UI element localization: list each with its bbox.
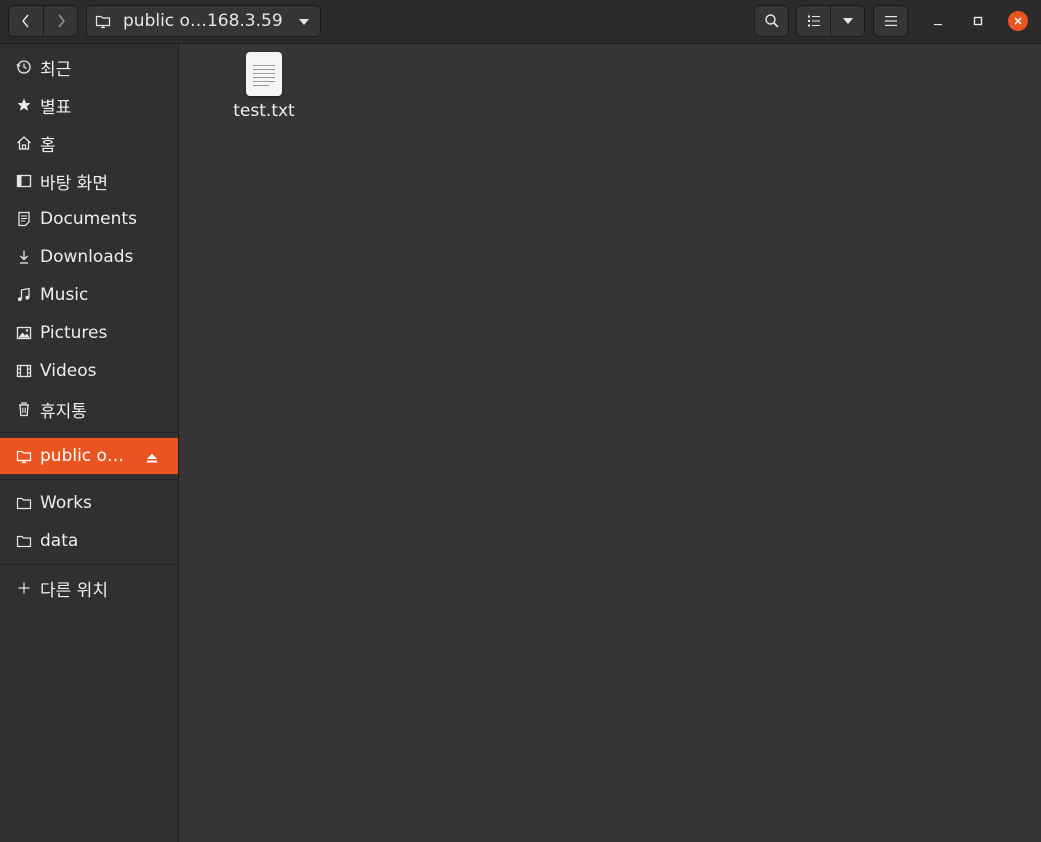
sidebar-item-documents[interactable]: Documents — [0, 201, 178, 237]
sidebar-separator — [0, 564, 178, 565]
location-path-button[interactable]: public o…168.3.59 — [86, 5, 321, 37]
file-manager-window: public o…168.3.59 최근 별표 홈 바탕 화면 Document… — [0, 0, 1041, 842]
star-icon — [16, 97, 32, 113]
document-icon — [16, 211, 32, 227]
sidebar-separator — [0, 432, 178, 433]
sidebar-item-label: Pictures — [40, 323, 108, 343]
sidebar-item-home[interactable]: 홈 — [0, 125, 178, 161]
trash-icon — [16, 401, 32, 417]
close-circle — [1008, 11, 1028, 31]
sidebar-item-starred[interactable]: 별표 — [0, 87, 178, 123]
sidebar-item-works[interactable]: Works — [0, 485, 178, 521]
sidebar-item-data[interactable]: data — [0, 523, 178, 559]
sidebar-item-network-share[interactable]: public o… — [0, 438, 178, 474]
close-icon — [1014, 17, 1022, 25]
desktop-icon — [16, 173, 32, 189]
sidebar-item-label: 휴지통 — [40, 401, 87, 422]
search-button[interactable] — [754, 5, 789, 37]
maximize-icon — [973, 16, 983, 26]
picture-icon — [16, 325, 32, 341]
sidebar-item-recent[interactable]: 최근 — [0, 49, 178, 85]
clock-icon — [16, 59, 32, 75]
forward-button[interactable] — [43, 5, 78, 37]
chevron-left-icon — [22, 14, 29, 28]
search-icon — [764, 14, 779, 28]
sidebar-item-label: public o… — [40, 446, 124, 466]
sidebar-item-label: Documents — [40, 209, 137, 229]
sidebar-item-label: Music — [40, 285, 89, 305]
file-item[interactable]: test.txt — [219, 52, 309, 121]
chevron-right-icon — [57, 14, 65, 28]
sidebar-item-videos[interactable]: Videos — [0, 353, 178, 389]
folder-icon — [16, 495, 32, 511]
sidebar-item-desktop[interactable]: 바탕 화면 — [0, 163, 178, 199]
minimize-button[interactable] — [925, 8, 951, 34]
sidebar-separator — [0, 479, 178, 480]
sidebar-item-trash[interactable]: 휴지통 — [0, 391, 178, 427]
sidebar-item-label: 홈 — [40, 135, 56, 156]
folder-icon — [16, 533, 32, 549]
caret-down-icon — [299, 19, 309, 25]
maximize-button[interactable] — [965, 8, 991, 34]
minimize-icon — [934, 24, 942, 26]
header-bar: public o…168.3.59 — [0, 0, 1041, 44]
sidebar-item-downloads[interactable]: Downloads — [0, 239, 178, 275]
list-view-button[interactable] — [796, 5, 830, 37]
network-folder-icon — [16, 448, 32, 464]
location-path-label: public o…168.3.59 — [123, 11, 283, 31]
video-icon — [16, 363, 32, 379]
close-button[interactable] — [1005, 8, 1031, 34]
view-options-button[interactable] — [830, 5, 865, 37]
sidebar-item-label: 바탕 화면 — [40, 173, 108, 194]
music-icon — [16, 287, 32, 303]
file-name: test.txt — [233, 101, 295, 121]
home-icon — [16, 135, 32, 151]
hamburger-menu-icon — [884, 16, 897, 26]
sidebar-item-label: 별표 — [40, 97, 72, 118]
main-menu-button[interactable] — [873, 5, 908, 37]
sidebar-item-pictures[interactable]: Pictures — [0, 315, 178, 351]
sidebar-item-label: data — [40, 531, 79, 551]
caret-down-icon — [842, 18, 853, 24]
sidebar-item-label: 최근 — [40, 59, 72, 80]
sidebar-item-label: 다른 위치 — [40, 580, 108, 601]
sidebar-item-other-locations[interactable]: 다른 위치 — [0, 570, 178, 606]
sidebar: 최근 별표 홈 바탕 화면 Documents Downloads Music … — [0, 44, 179, 842]
plus-icon — [16, 580, 32, 596]
network-folder-icon — [95, 15, 111, 29]
download-icon — [16, 249, 32, 265]
list-view-icon — [807, 15, 820, 27]
text-file-icon — [246, 52, 282, 96]
sidebar-item-label: Works — [40, 493, 92, 513]
back-button[interactable] — [8, 5, 43, 37]
sidebar-item-music[interactable]: Music — [0, 277, 178, 313]
sidebar-item-label: Downloads — [40, 247, 134, 267]
eject-icon[interactable] — [146, 449, 158, 468]
file-view: test.txt — [179, 44, 1041, 842]
sidebar-item-label: Videos — [40, 361, 97, 381]
